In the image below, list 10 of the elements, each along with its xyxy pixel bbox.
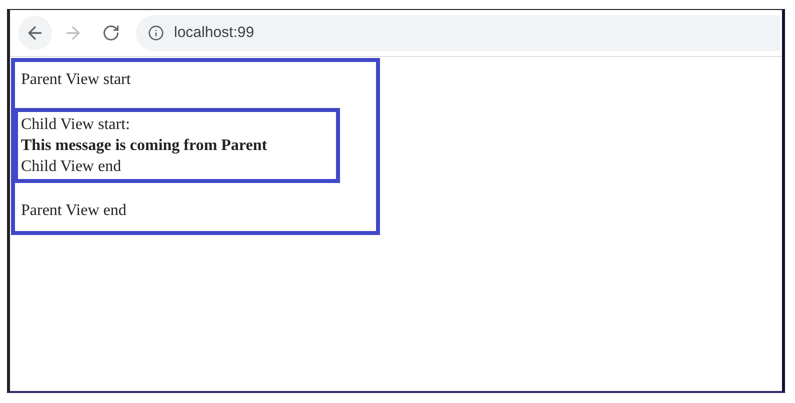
message-text: This message is coming from Parent	[21, 136, 268, 156]
back-button[interactable]	[18, 16, 52, 50]
parent-end-text: Parent View end	[21, 201, 128, 221]
parent-start-text: Parent View start	[21, 70, 132, 90]
address-text: localhost:99	[174, 22, 254, 43]
info-icon	[148, 25, 164, 41]
address-bar[interactable]: localhost:99	[136, 15, 780, 51]
child-start-text: Child View start:	[21, 115, 131, 135]
child-end-text: Child View end	[21, 157, 122, 177]
reload-icon	[102, 24, 120, 42]
